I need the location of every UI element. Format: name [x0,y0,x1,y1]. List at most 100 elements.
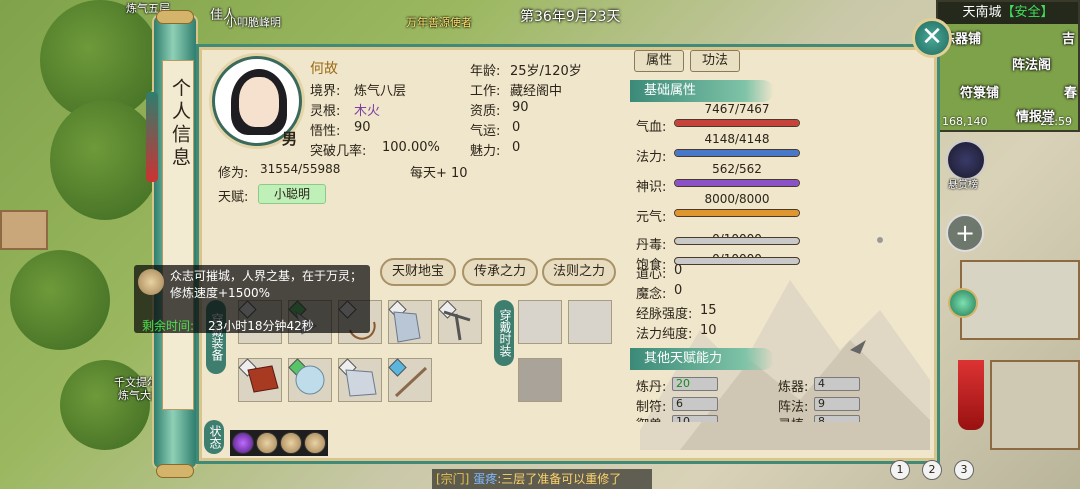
buff-tooltip: 众志可摧城，人界之基，在于万灵； 修炼速度+1500% 剩余时间: 23小时18… [134,265,370,333]
tree [10,250,110,350]
npc-label[interactable]: 小叩脆峰明 [226,14,281,30]
age-value: 25岁/120岁 [510,64,582,79]
map-label[interactable]: 吉 [1062,28,1075,47]
remaining-time: 23小时18分钟42秒 [208,319,314,333]
scroll-tassel-icon [146,92,158,182]
minimap-coords: 168,140 [942,115,988,128]
stat-value: 8000/8000 [704,192,770,206]
ability-value: 6 [672,397,718,411]
status-buff-icon[interactable] [280,432,302,454]
realm-value: 炼气八层 [354,84,407,99]
comprehension-label: 悟性: [310,124,341,139]
game-date: 第36年9月23天 [520,9,621,25]
page-button[interactable]: 1 [890,460,910,480]
map-label[interactable]: 符箓铺 [960,82,999,101]
abilities-overflow: 御兽: 10 灵植: 8 [630,414,890,422]
dao-heart-value: 0 [674,263,683,278]
gender: 男 [282,130,298,148]
tooltip-line2: 修炼速度+1500% [170,286,270,300]
close-button[interactable]: ✕ [912,18,952,58]
ability-label: 炼器: [778,380,809,395]
ability-label: 炼丹: [636,380,667,395]
panel-title: 个人信息 [169,78,191,170]
bounty-button[interactable] [946,140,986,180]
character-name: 何故 [310,61,338,77]
job-label: 工作: [470,84,501,99]
status-buff-icon[interactable] [256,432,278,454]
stat-label: 神识: [636,180,667,195]
dao-heart-label: 道心: [636,267,667,282]
jade-pendant-icon[interactable] [948,288,978,318]
fashion-slot[interactable] [568,300,612,344]
ability-label: 阵法: [778,400,809,415]
chat-message: :三层了准备可以重修了 [497,472,622,486]
meridian-label: 经脉强度: [636,307,693,322]
map-label[interactable]: 春 [1064,82,1077,101]
map-label[interactable]: 阵法阁 [1012,54,1051,73]
charm-label: 魅力: [470,144,501,159]
demon-mind-label: 魔念: [636,287,667,302]
minimap[interactable]: 天南城【安全】 炼器铺 阵法阁 符箓铺 情报堂 吉 春 168,140 21:5… [936,0,1080,132]
stat-bar-fill [675,210,799,216]
stat-bar [674,237,800,245]
status-label: 状态 [204,420,224,454]
status-purple-icon[interactable] [232,432,254,454]
building [990,360,1080,450]
avatar-face [239,77,279,127]
add-button[interactable]: + [946,214,984,252]
aptitude-label: 资质: [470,104,501,119]
talent-label: 天赋: [218,190,249,205]
fashion-slot[interactable] [518,358,562,402]
talent-badge[interactable]: 小聪明 [258,184,326,204]
scroll-knob [156,10,194,24]
status-buff-icon[interactable] [304,432,326,454]
building [0,210,48,250]
ability-value: 8 [814,415,860,422]
daily-gain: 每天+ 10 [410,166,468,181]
ability-label: 灵植: [778,414,808,422]
buff-icon [138,269,164,295]
stat-bar-fill [675,120,799,126]
tooltip-line1: 众志可摧城，人界之基，在于万灵； [170,269,363,283]
cultivation-label: 修为: [218,166,249,181]
root-label: 灵根: [310,104,341,119]
luck-value: 0 [512,120,521,135]
page-button[interactable]: 2 [922,460,942,480]
stat-value: 562/562 [712,162,762,176]
fashion-slot[interactable] [518,300,562,344]
stat-bar [674,149,800,157]
ability-label: 制符: [636,400,667,415]
treasure-button[interactable]: 天财地宝 [380,258,456,286]
breakthrough-value: 100.00% [382,140,440,155]
other-abilities-header: 其他天赋能力 [630,348,774,370]
page-button[interactable]: 3 [954,460,974,480]
age-label: 年龄: [470,64,501,79]
fashion-label: 穿戴时装 [494,300,514,366]
tab-attributes[interactable]: 属性 [634,50,684,72]
safe-status: 【安全】 [1001,5,1054,20]
stat-label: 元气: [636,210,667,225]
chat-player[interactable]: 蛋疼 [473,472,497,486]
minimap-time: 21:59 [1040,115,1072,128]
mana-purity-label: 法力纯度: [636,327,693,342]
stat-value: 7467/7467 [704,102,770,116]
tassel-icon [958,360,984,430]
ability-value: 20 [672,377,718,391]
stat-bar-fill [675,150,799,156]
cultivation-value: 31554/55988 [260,162,341,176]
charm-value: 0 [512,140,521,155]
stat-bar [674,119,800,127]
tab-techniques[interactable]: 功法 [690,50,740,72]
aptitude-value: 90 [512,100,529,115]
stat-value: 4148/4148 [704,132,770,146]
stat-label: 气血: [636,120,667,135]
demon-mind-value: 0 [674,283,683,298]
basic-stats-header: 基础属性 [630,80,774,102]
npc-label[interactable]: 万年善源使者 [406,14,472,30]
chat-bar[interactable]: [宗门] 蛋疼:三层了准备可以重修了 [432,469,652,489]
inheritance-button[interactable]: 传承之力 [462,258,538,286]
ability-value: 10 [672,415,718,422]
minimap-header: 天南城【安全】 [938,2,1078,24]
realm-label: 境界: [310,84,341,99]
law-button[interactable]: 法则之力 [542,258,616,286]
